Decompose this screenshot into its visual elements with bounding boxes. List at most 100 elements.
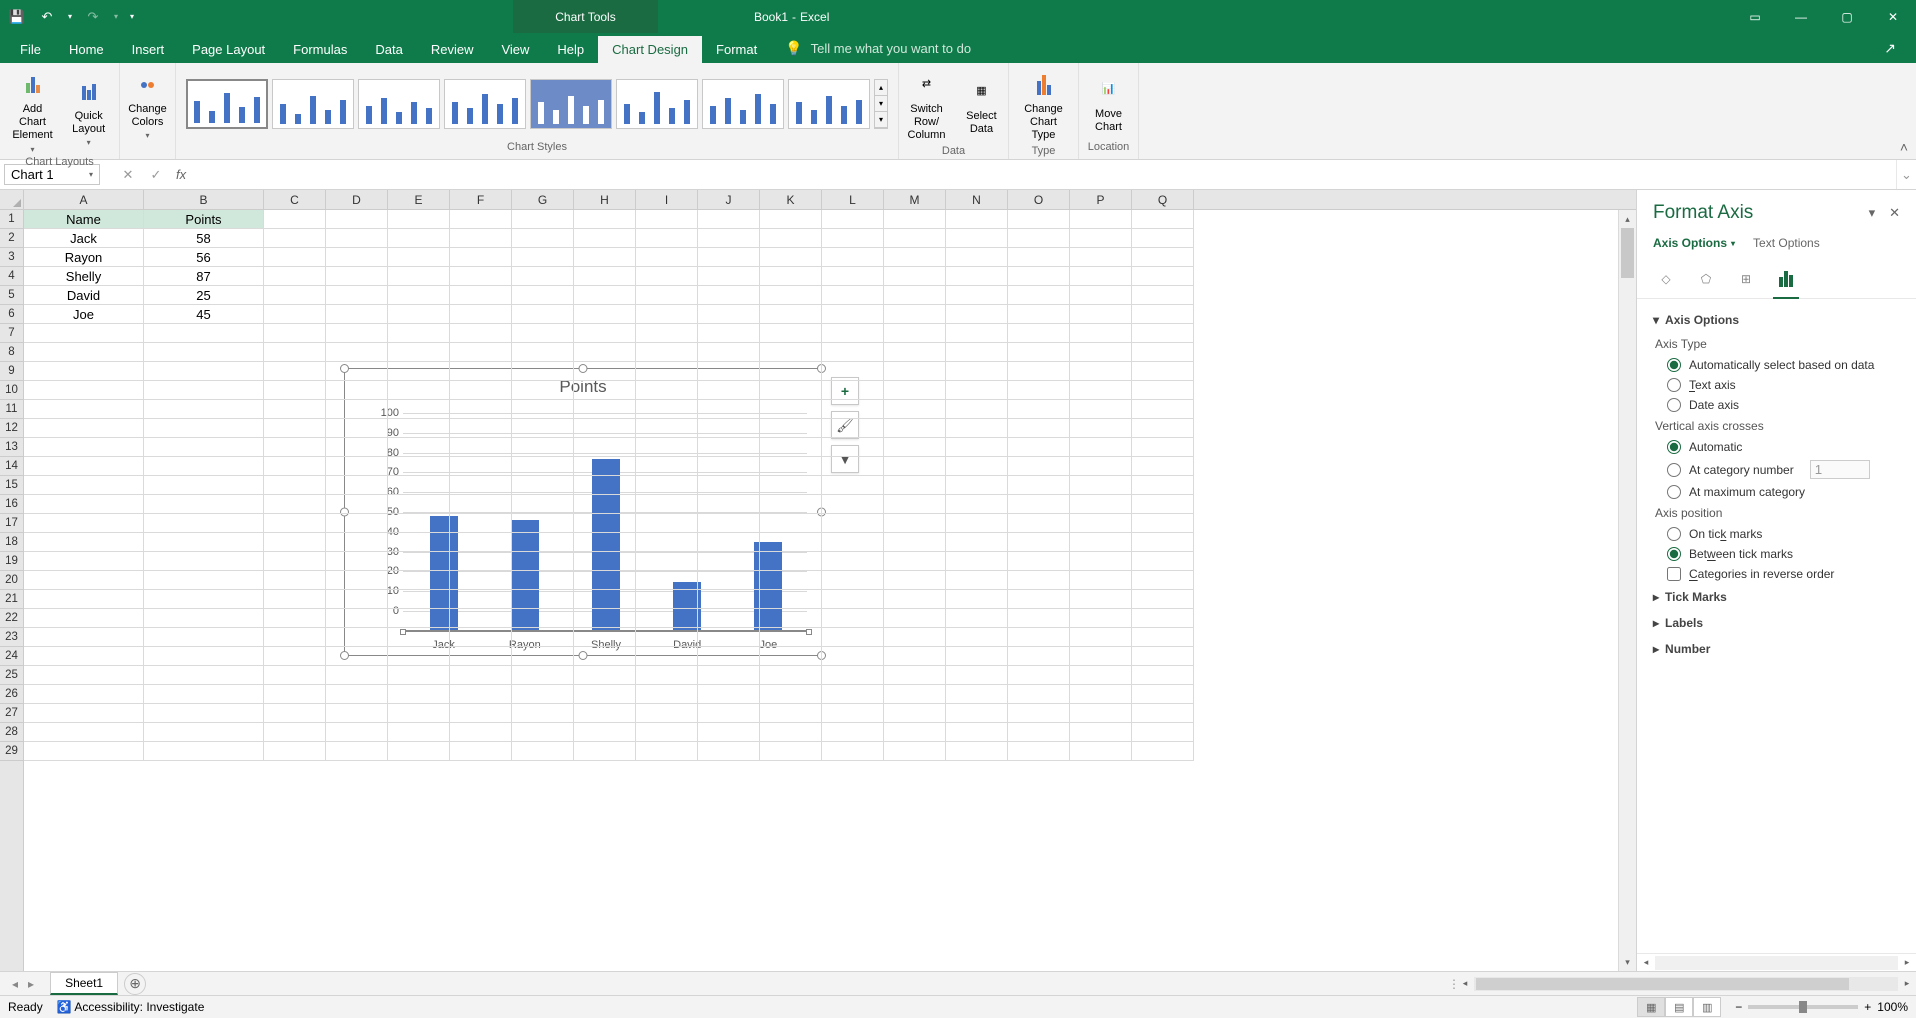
row-header[interactable]: 28 — [0, 723, 23, 742]
row-header[interactable]: 26 — [0, 685, 23, 704]
fx-icon[interactable]: fx — [170, 167, 192, 182]
chart-style-5[interactable] — [530, 79, 612, 129]
col-header[interactable]: G — [512, 190, 574, 209]
close-icon[interactable]: ✕ — [1870, 0, 1916, 33]
checkbox-reverse-order[interactable] — [1667, 567, 1681, 581]
radio-between-tick-marks[interactable] — [1667, 547, 1681, 561]
chart-styles-gallery[interactable]: ▴▾▾ — [184, 77, 890, 131]
radio-date-axis[interactable] — [1667, 398, 1681, 412]
select-all-corner[interactable] — [0, 190, 24, 209]
category-number-field[interactable] — [1810, 460, 1870, 479]
section-tick-marks[interactable]: ▸Tick Marks — [1653, 584, 1900, 610]
col-header[interactable]: F — [450, 190, 512, 209]
row-header[interactable]: 22 — [0, 609, 23, 628]
col-header[interactable]: K — [760, 190, 822, 209]
row-header[interactable]: 16 — [0, 495, 23, 514]
chart-style-7[interactable] — [702, 79, 784, 129]
tab-formulas[interactable]: Formulas — [279, 36, 361, 63]
table-cell[interactable]: 56 — [144, 248, 264, 267]
radio-at-category-number[interactable] — [1667, 463, 1681, 477]
tab-page-layout[interactable]: Page Layout — [178, 36, 279, 63]
row-header[interactable]: 17 — [0, 514, 23, 533]
col-header[interactable]: B — [144, 190, 264, 209]
table-cell[interactable]: 87 — [144, 267, 264, 286]
tell-me-search[interactable]: 💡 Tell me what you want to do — [771, 34, 985, 63]
tab-review[interactable]: Review — [417, 36, 488, 63]
collapse-ribbon-icon[interactable]: ˄ — [1900, 139, 1908, 155]
tab-home[interactable]: Home — [55, 36, 118, 63]
col-header[interactable]: C — [264, 190, 326, 209]
chart-style-8[interactable] — [788, 79, 870, 129]
cancel-formula-icon[interactable]: ✕ — [114, 167, 142, 183]
row-header[interactable]: 4 — [0, 267, 23, 286]
pane-options-icon[interactable]: ▾ — [1869, 205, 1876, 221]
table-cell[interactable]: Rayon — [24, 248, 144, 267]
row-header[interactable]: 9 — [0, 362, 23, 381]
col-header[interactable]: D — [326, 190, 388, 209]
formula-expand-icon[interactable]: ⌄ — [1896, 160, 1916, 189]
radio-automatic[interactable] — [1667, 440, 1681, 454]
zoom-in-icon[interactable]: + — [1864, 1000, 1871, 1014]
tab-chart-design[interactable]: Chart Design — [598, 36, 702, 63]
maximize-icon[interactable]: ▢ — [1824, 0, 1870, 33]
col-header[interactable]: O — [1008, 190, 1070, 209]
switch-row-column-button[interactable]: ⇄ Switch Row/ Column — [902, 67, 952, 145]
col-header[interactable]: E — [388, 190, 450, 209]
zoom-level[interactable]: 100% — [1877, 1000, 1908, 1014]
col-header[interactable]: J — [698, 190, 760, 209]
tab-data[interactable]: Data — [361, 36, 416, 63]
col-header[interactable]: M — [884, 190, 946, 209]
add-sheet-button[interactable]: ⊕ — [124, 973, 146, 995]
size-properties-icon[interactable]: ⊞ — [1733, 266, 1759, 292]
minimize-icon[interactable]: — — [1778, 0, 1824, 33]
table-cell[interactable]: Shelly — [24, 267, 144, 286]
vertical-scrollbar[interactable]: ▴ ▾ — [1618, 210, 1636, 971]
pane-tab-axis-options[interactable]: Axis Options ▾ — [1653, 236, 1735, 250]
ribbon-display-icon[interactable]: ▭ — [1732, 0, 1778, 33]
row-header[interactable]: 25 — [0, 666, 23, 685]
row-header[interactable]: 8 — [0, 343, 23, 362]
row-header[interactable]: 12 — [0, 419, 23, 438]
effects-icon[interactable]: ⬠ — [1693, 266, 1719, 292]
chart-style-2[interactable] — [272, 79, 354, 129]
col-header[interactable]: P — [1070, 190, 1132, 209]
add-chart-element-button[interactable]: Add Chart Element ▾ — [6, 67, 58, 156]
pane-close-icon[interactable]: ✕ — [1889, 205, 1900, 221]
horizontal-scrollbar[interactable]: ◂▸ — [1456, 977, 1916, 991]
accessibility-status[interactable]: ♿ Accessibility: Investigate — [57, 1000, 205, 1014]
col-header[interactable]: H — [574, 190, 636, 209]
tab-split-icon[interactable]: ⋮ — [1448, 977, 1456, 991]
table-cell[interactable]: Jack — [24, 229, 144, 248]
row-header[interactable]: 2 — [0, 229, 23, 248]
qat-customize-icon[interactable]: ▾ — [126, 4, 138, 30]
row-header[interactable]: 5 — [0, 286, 23, 305]
row-header[interactable]: 29 — [0, 742, 23, 761]
table-header-cell[interactable]: Name — [24, 210, 144, 229]
change-colors-button[interactable]: Change Colors ▾ — [122, 67, 173, 143]
undo-icon[interactable]: ↶ — [34, 4, 60, 30]
pane-tab-text-options[interactable]: Text Options — [1753, 236, 1820, 250]
chart-styles-scroll[interactable]: ▴▾▾ — [874, 79, 888, 129]
chart-style-3[interactable] — [358, 79, 440, 129]
table-header-cell[interactable]: Points — [144, 210, 264, 229]
share-button[interactable]: ↗ — [1864, 34, 1916, 63]
redo-icon[interactable]: ↷ — [80, 4, 106, 30]
chart-style-6[interactable] — [616, 79, 698, 129]
radio-auto-select[interactable] — [1667, 358, 1681, 372]
tab-insert[interactable]: Insert — [118, 36, 179, 63]
table-cell[interactable]: Joe — [24, 305, 144, 324]
normal-view-icon[interactable]: ▦ — [1637, 997, 1665, 1017]
sheet-nav-first-icon[interactable]: ◂ — [8, 977, 22, 991]
change-chart-type-button[interactable]: Change Chart Type — [1017, 67, 1070, 145]
save-icon[interactable]: 💾 — [4, 4, 30, 30]
section-labels[interactable]: ▸Labels — [1653, 610, 1900, 636]
move-chart-button[interactable]: 📊 Move Chart — [1085, 72, 1133, 136]
row-header[interactable]: 23 — [0, 628, 23, 647]
row-header[interactable]: 21 — [0, 590, 23, 609]
row-header[interactable]: 15 — [0, 476, 23, 495]
row-header[interactable]: 14 — [0, 457, 23, 476]
table-cell[interactable]: 45 — [144, 305, 264, 324]
select-data-button[interactable]: ▦ Select Data — [957, 74, 1005, 138]
sheet-nav-last-icon[interactable]: ▸ — [24, 977, 38, 991]
col-header[interactable]: A — [24, 190, 144, 209]
